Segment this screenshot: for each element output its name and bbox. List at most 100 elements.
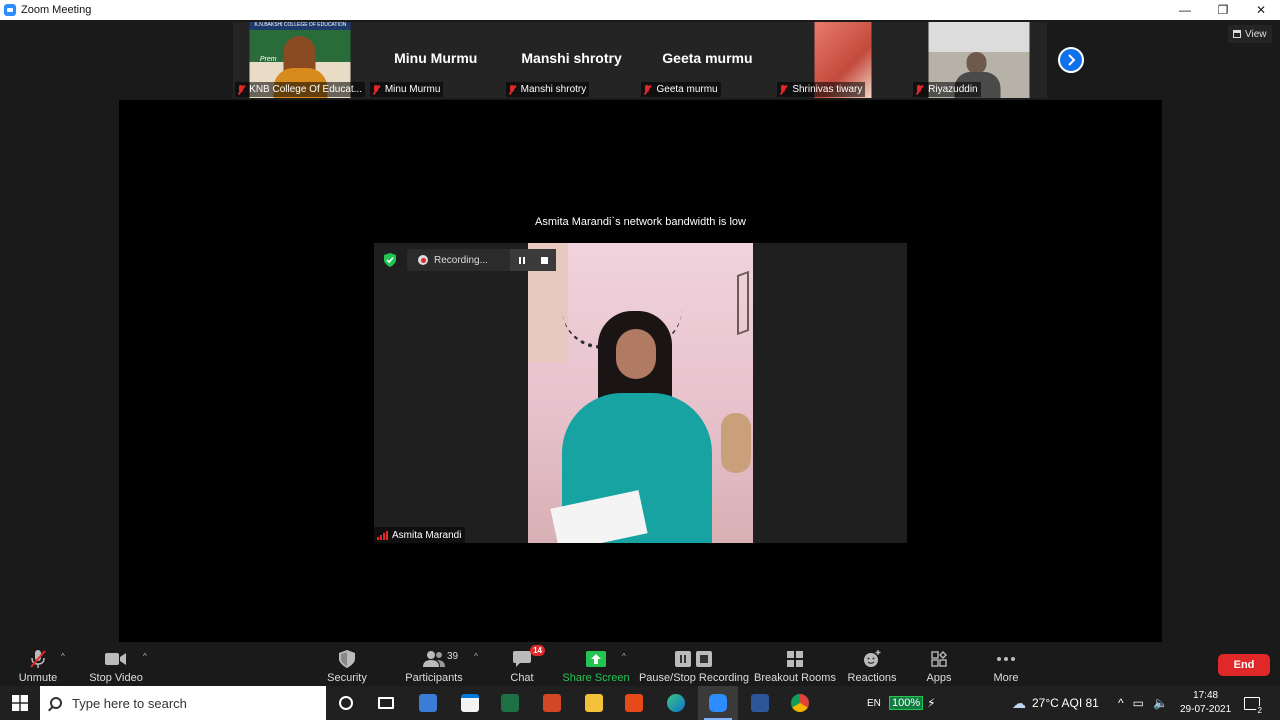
title-bar: Zoom Meeting — ❐ ✕ [0, 0, 1280, 20]
apps-button[interactable]: Apps [922, 646, 956, 684]
active-speaker-tile[interactable] [374, 243, 907, 543]
slides-icon [543, 694, 561, 712]
college-banner: K.N.BAKSHI COLLEGE OF EDUCATION [254, 22, 347, 28]
participant-tile[interactable]: K.N.BAKSHI COLLEGE OF EDUCATION Prem KNB… [233, 22, 368, 98]
participant-tile[interactable]: Riyazuddin [911, 22, 1047, 98]
record-dot-icon [418, 255, 428, 265]
zoom-icon [709, 694, 727, 712]
edge-icon [667, 694, 685, 712]
taskbar-app-word[interactable] [740, 686, 780, 720]
taskbar-app-store[interactable] [450, 686, 490, 720]
taskbar-app-excel[interactable] [490, 686, 530, 720]
folder-icon [585, 694, 603, 712]
meeting-toolbar: Unmute ^ Stop Video ^ Security 39 Partic… [0, 644, 1280, 686]
pause-icon [519, 256, 525, 264]
smiley-plus-icon [863, 649, 881, 669]
shield-check-icon [384, 253, 396, 267]
taskbar-app-zoom[interactable] [698, 686, 738, 720]
shield-icon [339, 649, 355, 669]
participant-tile[interactable]: Minu Murmu Minu Murmu [367, 22, 504, 98]
meeting-area: K.N.BAKSHI COLLEGE OF EDUCATION Prem KNB… [0, 20, 1280, 644]
chevron-right-icon [1068, 54, 1076, 66]
breakout-rooms-label: Breakout Rooms [754, 672, 836, 684]
unmute-button[interactable]: Unmute [18, 646, 58, 684]
participants-button[interactable]: 39 Participants [405, 646, 463, 684]
cortana-circle-icon [339, 696, 353, 710]
network-icon[interactable]: ▭ [1133, 696, 1144, 710]
weather-text: 27°C AQI 81 [1032, 696, 1099, 710]
control-panel-icon [419, 694, 437, 712]
restore-button[interactable]: ❐ [1204, 0, 1242, 20]
taskbar-search-box[interactable]: Type here to search [40, 686, 326, 720]
speaker-icon[interactable]: 🔈 [1153, 696, 1168, 710]
participant-name: Minu Murmu [384, 84, 441, 95]
chevron-up-icon[interactable]: ^ [1118, 696, 1124, 710]
participant-name: KNB College Of Educat... [249, 84, 362, 95]
stop-recording-button[interactable] [532, 249, 556, 271]
weather-widget[interactable]: ☁ 27°C AQI 81 [1012, 686, 1099, 720]
pause-stop-recording-icon [675, 649, 713, 669]
battery-indicator[interactable]: 100% ⚡ [889, 686, 936, 720]
security-button[interactable]: Security [326, 646, 368, 684]
participant-name: Riyazuddin [928, 84, 978, 95]
mic-muted-icon [779, 84, 787, 95]
background-frame [737, 270, 749, 336]
participant-tile[interactable]: Geeta murmu Geeta murmu [639, 22, 776, 98]
end-meeting-button[interactable]: End [1218, 654, 1270, 676]
clock-date: 29-07-2021 [1180, 704, 1232, 715]
video-camera-icon [105, 649, 127, 669]
breakout-rooms-button[interactable]: Breakout Rooms [754, 646, 836, 684]
more-button[interactable]: More [988, 646, 1024, 684]
participants-options-caret[interactable]: ^ [474, 652, 478, 661]
view-grid-icon [1233, 30, 1241, 38]
notifications-button[interactable]: 2 [1244, 686, 1264, 720]
teddy-bear [721, 413, 751, 473]
reactions-label: Reactions [847, 672, 897, 684]
store-bag-icon [461, 694, 479, 712]
recording-label: Recording... [434, 254, 488, 266]
system-clock[interactable]: 17:48 29-07-2021 [1180, 686, 1231, 720]
input-language[interactable]: EN [867, 686, 881, 720]
close-button[interactable]: ✕ [1242, 0, 1280, 20]
taskbar-app-chrome[interactable] [780, 686, 820, 720]
participant-name: Shrinivas tiwary [792, 84, 863, 95]
taskbar-app-office[interactable] [614, 686, 654, 720]
next-page-button[interactable] [1058, 47, 1084, 73]
view-label: View [1245, 28, 1267, 40]
cloud-icon: ☁ [1012, 694, 1026, 711]
participant-label: Geeta murmu [641, 82, 721, 97]
participant-tile[interactable]: Manshi shrotry Manshi shrotry [503, 22, 640, 98]
share-options-caret[interactable]: ^ [622, 652, 626, 661]
plug-icon: ⚡ [927, 696, 936, 710]
stop-video-button[interactable]: Stop Video [89, 646, 143, 684]
mic-muted-icon [372, 84, 380, 95]
reactions-button[interactable]: Reactions [847, 646, 897, 684]
excel-icon [501, 694, 519, 712]
active-speaker-name: Asmita Marandi [392, 529, 462, 541]
taskbar-app-edge[interactable] [656, 686, 696, 720]
participant-big-name: Geeta murmu [662, 50, 753, 66]
mic-muted-icon [915, 84, 923, 95]
participant-big-name: Minu Murmu [394, 50, 478, 66]
apps-label: Apps [926, 672, 952, 684]
taskbar-app-file-explorer[interactable] [574, 686, 614, 720]
minimize-button[interactable]: — [1166, 0, 1204, 20]
chat-button[interactable]: 14 Chat [509, 645, 545, 684]
audio-options-caret[interactable]: ^ [61, 652, 65, 661]
system-tray-icons: ^ ▭ 🔈 [1118, 686, 1168, 720]
cortana-button[interactable] [326, 686, 366, 720]
person-silhouette [966, 52, 987, 74]
view-button[interactable]: View [1228, 25, 1272, 43]
participant-tile[interactable]: Shrinivas tiwary [775, 22, 912, 98]
taskbar-app-control-panel[interactable] [408, 686, 448, 720]
taskbar-app-powerpoint[interactable] [532, 686, 572, 720]
task-view-button[interactable] [366, 686, 406, 720]
video-options-caret[interactable]: ^ [143, 652, 147, 661]
share-screen-button[interactable]: Share Screen [562, 646, 630, 684]
task-view-icon [378, 697, 394, 709]
person-face [616, 329, 656, 379]
pause-stop-recording-button[interactable]: Pause/Stop Recording [639, 646, 749, 684]
pause-recording-button[interactable] [510, 249, 534, 271]
start-button[interactable] [0, 686, 40, 720]
participant-label: Minu Murmu [369, 82, 444, 97]
